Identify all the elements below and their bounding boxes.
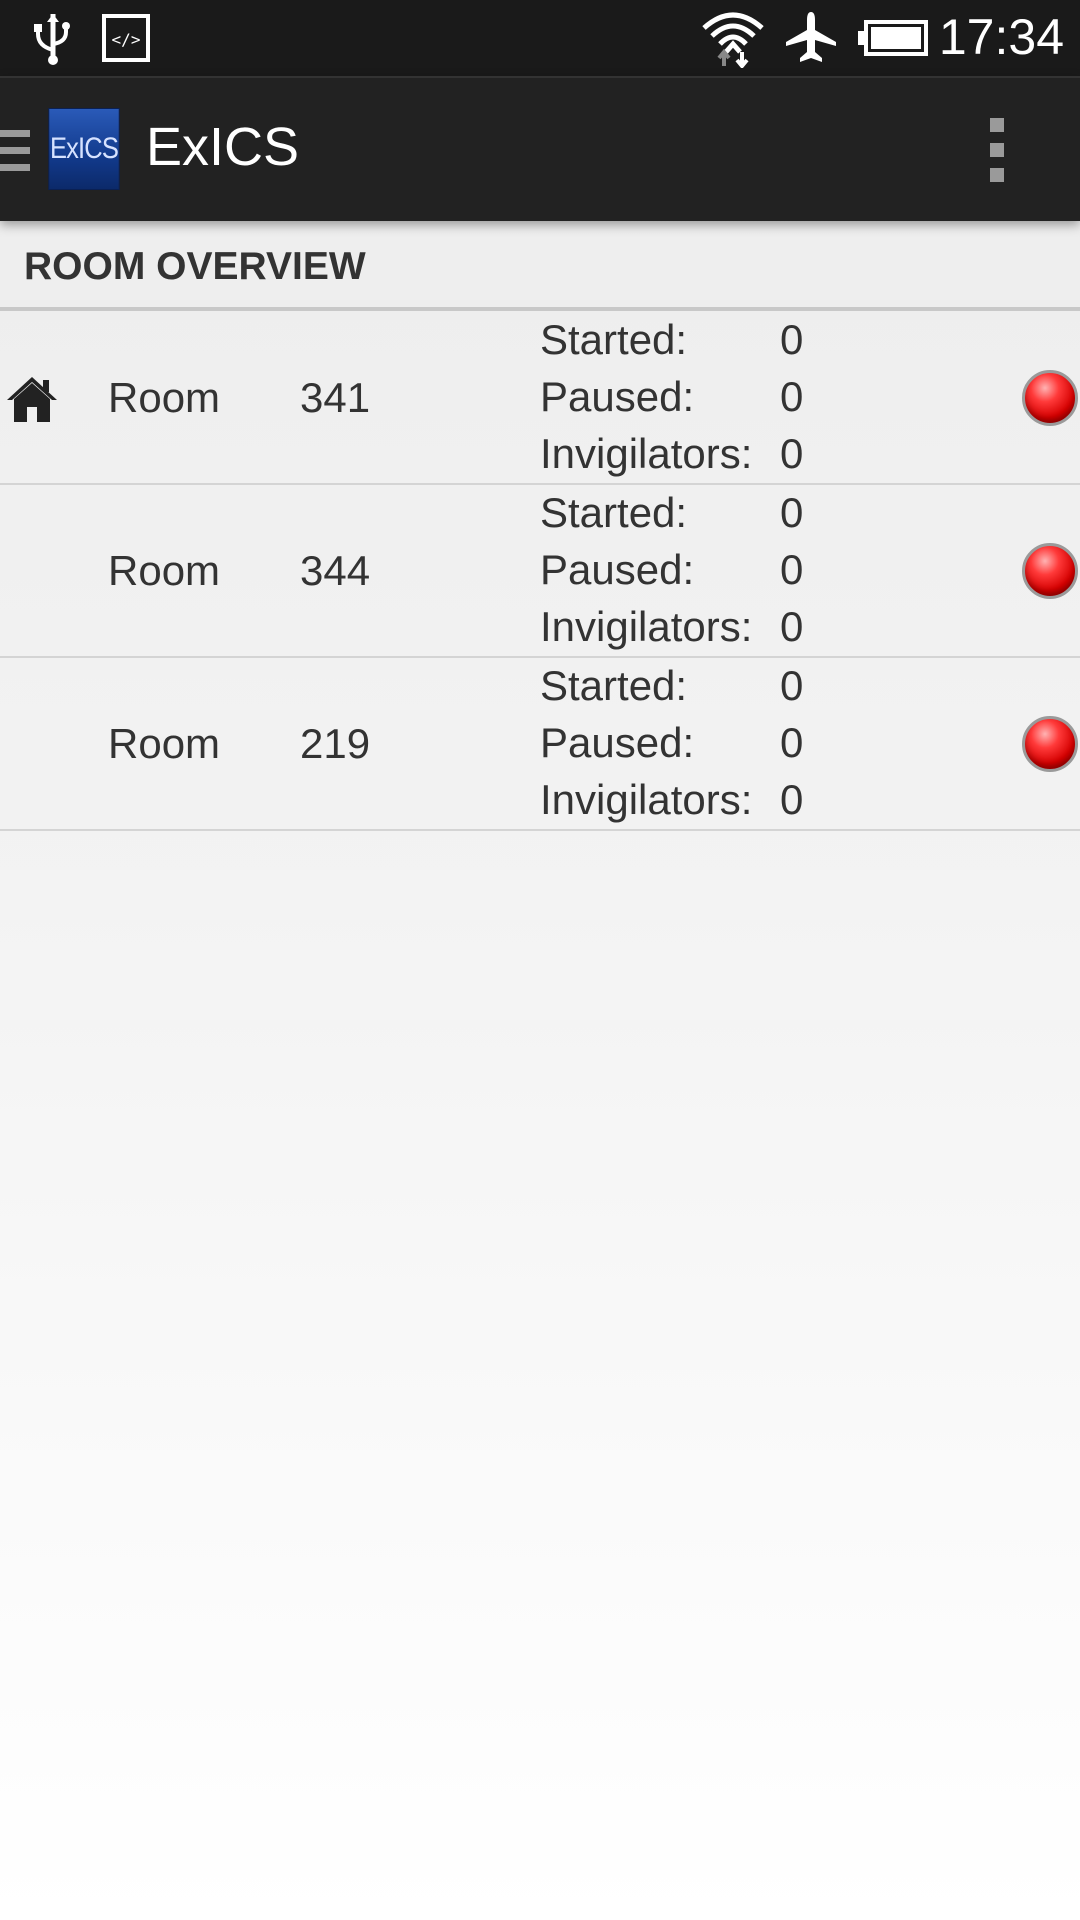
paused-value: 0	[780, 373, 804, 420]
paused-label: Paused:	[540, 546, 695, 593]
room-number: 344	[300, 547, 371, 594]
home-icon	[7, 377, 57, 422]
invigilators-value: 0	[780, 430, 804, 477]
status-light-icon	[1022, 370, 1078, 426]
battery-icon	[858, 20, 928, 56]
started-value: 0	[780, 316, 804, 363]
app-logo[interactable]: ExICS	[48, 108, 120, 190]
started-label: Started:	[540, 489, 688, 536]
started-value: 0	[780, 662, 804, 709]
room-number: 341	[300, 374, 371, 421]
paused-label: Paused:	[540, 719, 695, 766]
section-header: ROOM OVERVIEW	[0, 219, 1080, 311]
wifi-icon	[702, 12, 764, 68]
airplane-mode-icon	[786, 12, 836, 62]
room-label: Room	[108, 374, 221, 421]
room-row[interactable]: Room 344 Started: 0 Paused: 0 Invigilato…	[0, 485, 1080, 658]
invigilators-label: Invigilators:	[540, 430, 753, 477]
started-label: Started:	[540, 316, 688, 363]
started-label: Started:	[540, 662, 688, 709]
status-bar: </> 17:34	[0, 0, 1080, 76]
paused-value: 0	[780, 719, 804, 766]
section-title: ROOM OVERVIEW	[24, 245, 366, 288]
room-row[interactable]: Room 219 Started: 0 Paused: 0 Invigilato…	[0, 658, 1080, 831]
started-value: 0	[780, 489, 804, 536]
invigilators-label: Invigilators:	[540, 603, 753, 650]
paused-label: Paused:	[540, 373, 695, 420]
svg-text:</>: </>	[112, 30, 141, 49]
status-light-icon	[1022, 716, 1078, 772]
app-title: ExICS	[146, 117, 300, 177]
invigilators-label: Invigilators:	[540, 776, 753, 823]
usb-icon	[34, 14, 70, 65]
room-row[interactable]: Room 341 Started: 0 Paused: 0 Invigilato…	[0, 312, 1080, 485]
nav-drawer-icon[interactable]	[0, 130, 30, 172]
room-label: Room	[108, 720, 221, 767]
status-time: 17:34	[938, 9, 1064, 65]
room-label: Room	[108, 547, 221, 594]
developer-mode-icon: </>	[102, 14, 150, 62]
invigilators-value: 0	[780, 776, 804, 823]
overflow-menu-icon[interactable]	[985, 118, 1009, 182]
room-number: 219	[300, 720, 371, 767]
status-light-icon	[1022, 543, 1078, 599]
paused-value: 0	[780, 546, 804, 593]
action-bar: ExICS ExICS	[0, 76, 1080, 221]
room-list: Room 341 Started: 0 Paused: 0 Invigilato…	[0, 312, 1080, 831]
invigilators-value: 0	[780, 603, 804, 650]
